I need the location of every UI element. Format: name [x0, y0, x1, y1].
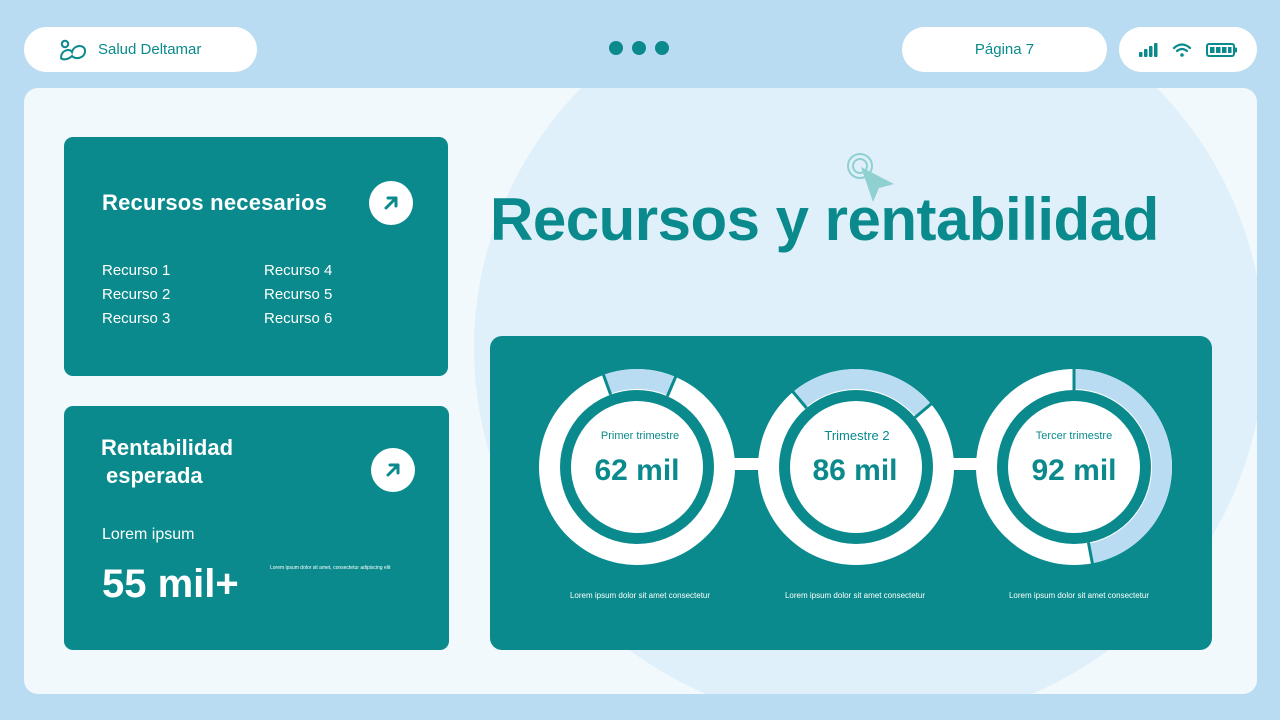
- quarter-caption: Lorem ipsum dolor sit amet consectetur: [569, 591, 711, 600]
- profitability-value: 55 mil+: [102, 562, 239, 606]
- dot: [609, 41, 623, 55]
- page-label: Página 7: [974, 41, 1035, 58]
- quarter-value: 62 mil: [594, 454, 680, 487]
- resources-card: [64, 137, 448, 376]
- status-bar: [1119, 27, 1257, 72]
- profitability-title-line2: esperada: [106, 463, 203, 488]
- profitability-subtitle: Lorem ipsum: [102, 526, 195, 543]
- page-title: Recursos y rentabilidad: [490, 186, 1159, 253]
- window-dots: [609, 41, 669, 55]
- resource-item: Recurso 5: [264, 286, 333, 303]
- resources-list-col2: Recurso 4 Recurso 5 Recurso 6: [264, 259, 332, 331]
- profitability-title: Rentabilidad esperada: [101, 434, 233, 490]
- ring-progress-arc: [603, 369, 676, 396]
- dot: [632, 41, 646, 55]
- profitability-note: Lorem ipsum dolor sit amet, consectetur …: [270, 565, 391, 571]
- profitability-title-line1: Rentabilidad: [101, 435, 234, 460]
- quarter-caption: Lorem ipsum dolor sit amet consectetur: [784, 591, 926, 600]
- profitability-arrow-button[interactable]: [371, 448, 415, 492]
- resource-item: Recurso 1: [102, 262, 171, 279]
- main-panel: Recursos necesarios Recurso 1 Recurso 2 …: [24, 88, 1257, 694]
- quarter-label: Trimestre 2: [824, 428, 890, 443]
- quarter-label: Primer trimestre: [600, 430, 680, 442]
- resources-title: Recursos necesarios: [102, 190, 328, 215]
- signal-icon: [1139, 42, 1158, 57]
- resource-item: Recurso 2: [102, 286, 171, 303]
- arrow-up-right-icon: [384, 196, 398, 210]
- quarters-rings: [539, 368, 1172, 565]
- quarter-value: 86 mil: [812, 454, 898, 487]
- brand-name: Salud Deltamar: [98, 41, 202, 58]
- battery-icon: [1206, 42, 1237, 57]
- resource-item: Recurso 3: [102, 310, 171, 327]
- arrow-up-right-icon: [386, 463, 400, 477]
- wifi-icon: [1172, 42, 1192, 57]
- quarter-caption: Lorem ipsum dolor sit amet consectetur: [1008, 591, 1150, 600]
- dot: [655, 41, 669, 55]
- resources-list-col1: Recurso 1 Recurso 2 Recurso 3: [102, 259, 170, 331]
- resource-item: Recurso 6: [264, 310, 333, 327]
- page-indicator: Página 7: [902, 27, 1107, 72]
- quarters-chart-card: Primer trimestre 62 mil Lorem ipsum dolo…: [490, 336, 1212, 650]
- brand-pill: Salud Deltamar: [24, 27, 257, 72]
- cursor-click-icon: [847, 153, 894, 202]
- quarter-label: Tercer trimestre: [1035, 430, 1113, 442]
- logo-icon: [59, 39, 87, 60]
- resources-arrow-button[interactable]: [369, 181, 413, 225]
- quarter-value: 92 mil: [1031, 454, 1117, 487]
- resource-item: Recurso 4: [264, 262, 333, 279]
